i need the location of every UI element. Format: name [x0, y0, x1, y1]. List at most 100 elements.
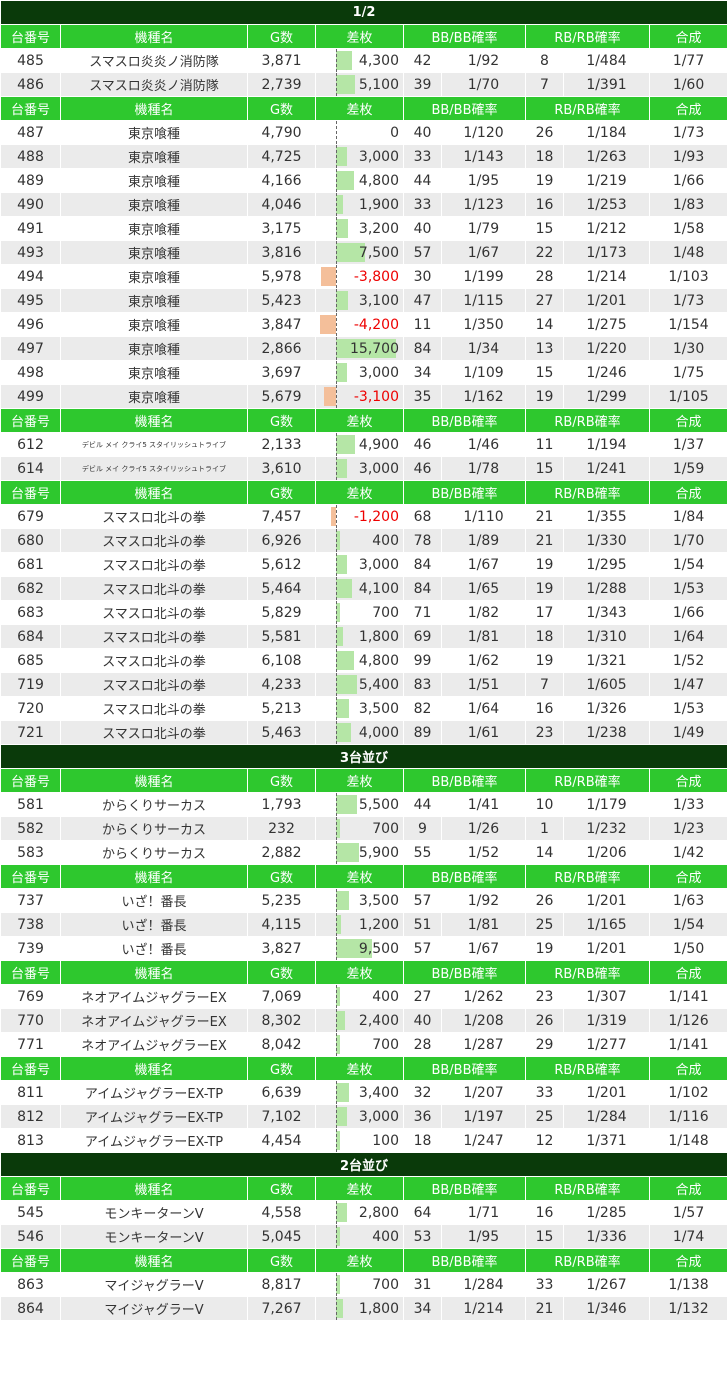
- unit-number: 583: [0, 840, 61, 865]
- rb-count: 19: [525, 384, 564, 409]
- rb-rate: 1/275: [563, 312, 650, 337]
- rb-count: 23: [525, 720, 564, 745]
- header-machine: 機種名: [60, 768, 248, 793]
- table-row: 546 モンキーターンV 5,045 400 53 1/95 15 1/336 1/74: [0, 1224, 727, 1249]
- zero-axis-line: [336, 337, 337, 360]
- combined-rate: 1/105: [648, 384, 727, 409]
- positive-diff-bar: [336, 627, 343, 646]
- bb-rate: 1/65: [441, 576, 526, 601]
- game-count: 3,175: [247, 216, 316, 241]
- bb-count: 31: [403, 1272, 442, 1297]
- rb-rate: 1/371: [563, 1128, 650, 1153]
- coin-diff-cell: 4,900: [315, 432, 404, 457]
- game-count: 5,463: [247, 720, 316, 745]
- header-bb: BB/BB確率: [403, 480, 526, 505]
- bb-count: 83: [403, 672, 442, 697]
- positive-diff-bar: [336, 459, 348, 478]
- table-header-row: 台番号 機種名 G数 差枚 BB/BB確率 RB/RB確率 合成: [0, 24, 727, 49]
- header-rb: RB/RB確率: [525, 768, 650, 793]
- coin-diff-cell: 3,000: [315, 360, 404, 385]
- table-row: 771 ネオアイムジャグラーEX 8,042 700 28 1/287 29 1/277 1/1…: [0, 1032, 727, 1057]
- bb-count: 99: [403, 648, 442, 673]
- coin-diff-value: 3,100: [358, 292, 399, 309]
- zero-axis-line: [336, 49, 337, 72]
- game-count: 8,042: [247, 1032, 316, 1057]
- rb-rate: 1/219: [563, 168, 650, 193]
- zero-axis-line: [336, 553, 337, 576]
- combined-rate: 1/148: [648, 1128, 727, 1153]
- bb-count: 42: [403, 48, 442, 73]
- rb-rate: 1/246: [563, 360, 650, 385]
- game-count: 2,882: [247, 840, 316, 865]
- table-row: 864 マイジャグラーV 7,267 1,800 34 1/214 21 1/346 1/132: [0, 1296, 727, 1321]
- rb-rate: 1/201: [563, 936, 650, 961]
- header-machine: 機種名: [60, 960, 248, 985]
- unit-number: 489: [0, 168, 61, 193]
- rb-count: 21: [525, 528, 564, 553]
- combined-rate: 1/64: [648, 624, 727, 649]
- table-row: 495 東京喰種 5,423 3,100 47 1/115 27 1/201 1/73: [0, 288, 727, 313]
- positive-diff-bar: [336, 171, 355, 190]
- bb-count: 53: [403, 1224, 442, 1249]
- coin-diff-value: 5,500: [358, 796, 399, 813]
- coin-diff-value: 3,000: [358, 1108, 399, 1125]
- negative-diff-bar: [324, 387, 336, 406]
- game-count: 3,610: [247, 456, 316, 481]
- game-count: 6,108: [247, 648, 316, 673]
- game-count: 5,829: [247, 600, 316, 625]
- coin-diff-value: 700: [372, 604, 399, 621]
- bb-rate: 1/46: [441, 432, 526, 457]
- coin-diff-cell: 4,800: [315, 648, 404, 673]
- header-games: G数: [247, 408, 316, 433]
- machine-name: スマスロ北斗の拳: [60, 504, 248, 529]
- header-games: G数: [247, 768, 316, 793]
- machine-name: アイムジャグラーEX-TP: [60, 1080, 248, 1105]
- coin-diff-cell: 2,800: [315, 1200, 404, 1225]
- coin-diff-value: 400: [372, 988, 399, 1005]
- coin-diff-value: 1,900: [358, 196, 399, 213]
- machine-name: スマスロ炎炎ノ消防隊: [60, 48, 248, 73]
- game-count: 1,793: [247, 792, 316, 817]
- coin-diff-value: 3,000: [358, 364, 399, 381]
- rb-count: 28: [525, 264, 564, 289]
- zero-axis-line: [336, 121, 337, 144]
- machine-name: 東京喰種: [60, 168, 248, 193]
- rb-rate: 1/295: [563, 552, 650, 577]
- positive-diff-bar: [336, 699, 350, 718]
- combined-rate: 1/58: [648, 216, 727, 241]
- zero-axis-line: [336, 457, 337, 480]
- header-diff: 差枚: [315, 1248, 404, 1273]
- combined-rate: 1/77: [648, 48, 727, 73]
- table-row: 770 ネオアイムジャグラーEX 8,302 2,400 40 1/208 26 1/319 1…: [0, 1008, 727, 1033]
- combined-rate: 1/132: [648, 1296, 727, 1321]
- game-count: 2,739: [247, 72, 316, 97]
- table-header-row: 台番号 機種名 G数 差枚 BB/BB確率 RB/RB確率 合成: [0, 1248, 727, 1273]
- zero-axis-line: [336, 1033, 337, 1056]
- table-row: 863 マイジャグラーV 8,817 700 31 1/284 33 1/267 1/138: [0, 1272, 727, 1297]
- header-games: G数: [247, 480, 316, 505]
- positive-diff-bar: [336, 891, 350, 910]
- coin-diff-value: 400: [372, 532, 399, 549]
- positive-diff-bar: [336, 795, 358, 814]
- unit-number: 499: [0, 384, 61, 409]
- coin-diff-value: 5,100: [358, 76, 399, 93]
- negative-diff-bar: [321, 267, 336, 286]
- table-row: 545 モンキーターンV 4,558 2,800 64 1/71 16 1/285 1/57: [0, 1200, 727, 1225]
- table-row: 721 スマスロ北斗の拳 5,463 4,000 89 1/61 23 1/238 1/49: [0, 720, 727, 745]
- header-unit: 台番号: [0, 96, 61, 121]
- rb-rate: 1/263: [563, 144, 650, 169]
- table-row: 811 アイムジャグラーEX-TP 6,639 3,400 32 1/207 33 1/201…: [0, 1080, 727, 1105]
- bb-rate: 1/71: [441, 1200, 526, 1225]
- coin-diff-cell: 400: [315, 528, 404, 553]
- table-row: 582 からくりサーカス 232 700 9 1/26 1 1/232 1/23: [0, 816, 727, 841]
- positive-diff-bar: [336, 675, 357, 694]
- bb-rate: 1/81: [441, 912, 526, 937]
- section-title: 1/2: [0, 0, 727, 25]
- coin-diff-value: 0: [390, 124, 399, 141]
- bb-rate: 1/82: [441, 600, 526, 625]
- coin-diff-cell: 400: [315, 984, 404, 1009]
- bb-rate: 1/92: [441, 48, 526, 73]
- rb-rate: 1/201: [563, 288, 650, 313]
- bb-count: 57: [403, 888, 442, 913]
- bb-rate: 1/207: [441, 1080, 526, 1105]
